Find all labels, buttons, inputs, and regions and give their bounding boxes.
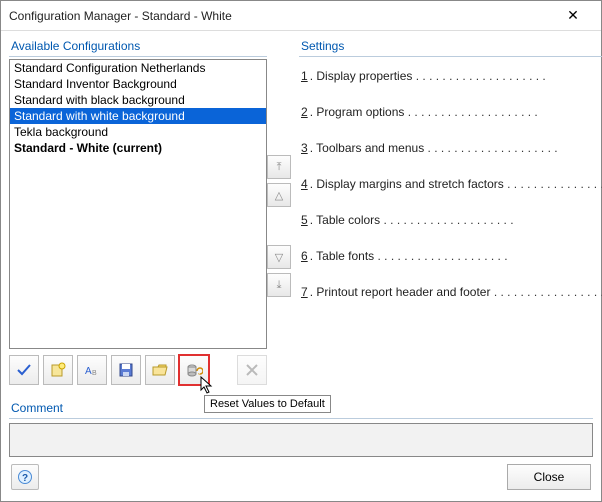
settings-row: 4. Display margins and stretch factors .… <box>301 171 602 197</box>
footer: ? Close <box>1 461 601 501</box>
comment-input[interactable] <box>9 423 593 457</box>
settings-row-label: 5. Table colors . . . . . . . . . . . . … <box>301 213 602 227</box>
settings-row: 7. Printout report header and footer . .… <box>301 279 602 305</box>
settings-row: 6. Table fonts . . . . . . . . . . . . .… <box>301 243 602 269</box>
move-down-button[interactable]: ▽ <box>267 245 291 269</box>
reset-button[interactable] <box>179 355 209 385</box>
comment-area: Comment <box>9 399 593 457</box>
settings-list: 1. Display properties . . . . . . . . . … <box>299 59 602 309</box>
settings-row: 2. Program options . . . . . . . . . . .… <box>301 99 602 125</box>
left-pane: Available Configurations Standard Config… <box>9 37 267 397</box>
help-button[interactable]: ? <box>11 464 39 490</box>
svg-text:?: ? <box>22 473 28 484</box>
window-close-button[interactable]: ✕ <box>553 2 593 30</box>
close-button[interactable]: Close <box>507 464 591 490</box>
move-up-button[interactable]: △ <box>267 183 291 207</box>
config-item[interactable]: Standard Inventor Background <box>10 76 266 92</box>
apply-button[interactable] <box>9 355 39 385</box>
window: Configuration Manager - Standard - White… <box>0 0 602 502</box>
settings-row-label: 1. Display properties . . . . . . . . . … <box>301 69 602 83</box>
open-button[interactable] <box>145 355 175 385</box>
available-configs-label: Available Configurations <box>9 37 267 57</box>
config-list[interactable]: Standard Configuration NetherlandsStanda… <box>9 59 267 349</box>
reorder-column: ⤒ △ ▽ ⤓ <box>267 37 291 397</box>
save-button[interactable] <box>111 355 141 385</box>
left-toolbar: AB <box>9 349 267 391</box>
right-pane: Settings 1. Display properties . . . . .… <box>291 37 602 397</box>
settings-label: Settings <box>299 37 602 57</box>
settings-row-label: 2. Program options . . . . . . . . . . .… <box>301 105 602 119</box>
svg-text:A: A <box>85 366 92 377</box>
rename-button[interactable]: AB <box>77 355 107 385</box>
move-top-button[interactable]: ⤒ <box>267 155 291 179</box>
settings-row-label: 3. Toolbars and menus . . . . . . . . . … <box>301 141 602 155</box>
settings-row: 5. Table colors . . . . . . . . . . . . … <box>301 207 602 233</box>
delete-button[interactable] <box>237 355 267 385</box>
new-button[interactable] <box>43 355 73 385</box>
config-item[interactable]: Standard Configuration Netherlands <box>10 60 266 76</box>
settings-row-label: 6. Table fonts . . . . . . . . . . . . .… <box>301 249 602 263</box>
svg-text:B: B <box>92 370 97 377</box>
move-bottom-button[interactable]: ⤓ <box>267 273 291 297</box>
settings-row-label: 4. Display margins and stretch factors .… <box>301 177 602 191</box>
content: Available Configurations Standard Config… <box>1 31 601 397</box>
config-item[interactable]: Tekla background <box>10 124 266 140</box>
settings-row-label: 7. Printout report header and footer . .… <box>301 285 602 299</box>
window-title: Configuration Manager - Standard - White <box>9 9 553 23</box>
settings-row: 1. Display properties . . . . . . . . . … <box>301 63 602 89</box>
config-item[interactable]: Standard with white background <box>10 108 266 124</box>
comment-label: Comment <box>9 399 593 419</box>
settings-row: 3. Toolbars and menus . . . . . . . . . … <box>301 135 602 161</box>
config-item[interactable]: Standard - White (current) <box>10 140 266 156</box>
config-item[interactable]: Standard with black background <box>10 92 266 108</box>
titlebar: Configuration Manager - Standard - White… <box>1 1 601 31</box>
